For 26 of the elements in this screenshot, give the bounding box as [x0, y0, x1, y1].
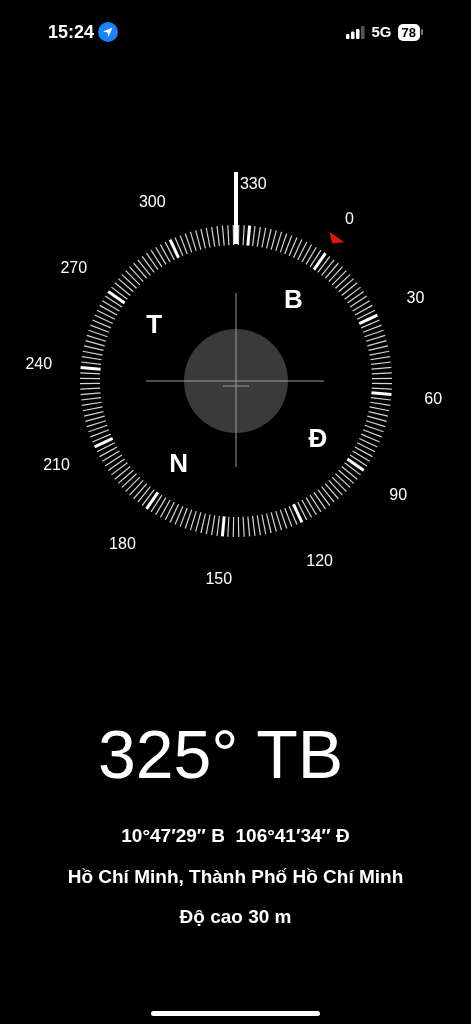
degree-label: 300	[138, 193, 166, 211]
degree-label: 240	[25, 355, 53, 373]
clock-time: 15:24	[48, 20, 95, 44]
degree-label: 270	[60, 258, 88, 276]
degree-label: 180	[109, 534, 136, 552]
degree-label: 330	[239, 175, 267, 193]
battery-level: 78	[397, 23, 420, 41]
degree-label: 0	[345, 210, 354, 228]
cardinal-letter: B	[283, 284, 303, 315]
network-type: 5G	[371, 21, 392, 42]
cardinal-letter: T	[146, 308, 163, 339]
degree-label: 60	[424, 389, 443, 407]
altitude: Độ cao 30 m	[179, 905, 292, 929]
cardinal-letter: Đ	[308, 423, 328, 454]
heading-reading: 325° TB	[97, 720, 345, 788]
degree-label: 150	[205, 569, 233, 587]
degree-label: 90	[389, 486, 408, 504]
heading-needle	[234, 172, 238, 244]
degree-label: 120	[306, 551, 334, 569]
cardinal-letter: N	[169, 447, 189, 478]
coordinates: 10°47′29″ B 106°41′34″ Đ	[121, 824, 350, 848]
degree-label: 210	[43, 456, 70, 474]
location-name: Hồ Chí Minh, Thành Phố Hồ Chí Minh	[67, 864, 404, 889]
degree-label: 30	[406, 288, 425, 306]
north-marker-icon	[329, 231, 345, 244]
signal-icon	[345, 25, 366, 39]
